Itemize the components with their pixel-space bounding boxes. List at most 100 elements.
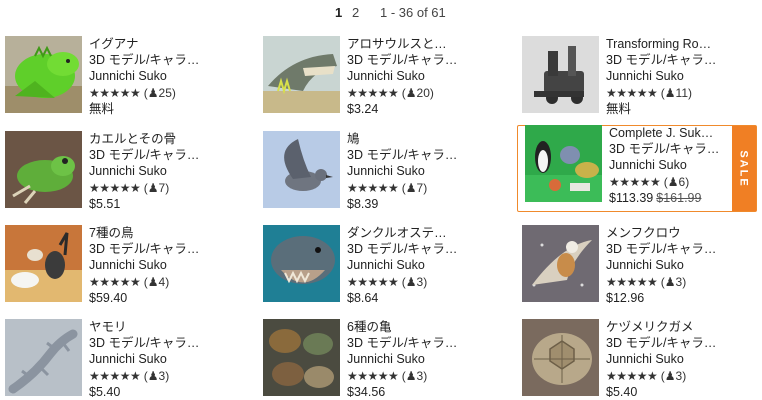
rating-count-value: 11 [675,85,689,100]
product-author[interactable]: Junnichi Suko [347,163,459,179]
product-author[interactable]: Junnichi Suko [347,257,459,273]
product-title[interactable]: Complete J. Suk… [609,125,721,141]
product-category[interactable]: 3D モデル/キャラ… [609,141,721,157]
product-thumbnail[interactable] [5,319,82,396]
page-2-link[interactable]: 2 [352,5,359,20]
product-info: カエルとその骨 3D モデル/キャラ… Junnichi Suko ★★★★★ … [89,131,201,212]
rating-count-value: 4 [158,274,166,289]
product-author[interactable]: Junnichi Suko [606,68,718,84]
product-price: 無料 [89,101,201,117]
rating-count: (♟3) [143,368,170,383]
product-thumbnail-image [5,319,82,396]
product-thumbnail[interactable] [263,319,340,396]
product-author[interactable]: Junnichi Suko [89,68,201,84]
user-icon: ♟ [147,180,159,195]
product-thumbnail[interactable] [522,36,599,113]
product-category[interactable]: 3D モデル/キャラ… [347,335,459,351]
user-icon: ♟ [664,274,676,289]
product-title[interactable]: 6種の亀 [347,319,459,335]
product-title[interactable]: ヤモリ [89,319,201,335]
price-current: $12.96 [606,290,645,305]
product-card[interactable]: Complete J. Suk… 3D モデル/キャラ… Junnichi Su… [525,125,762,207]
rating-stars: ★★★★★ [89,180,141,195]
rating-count: (♟20) [401,85,434,100]
product-rating: ★★★★★ (♟4) [89,274,201,290]
product-author[interactable]: Junnichi Suko [609,157,721,173]
rating-count-value: 25 [158,85,172,100]
product-author[interactable]: Junnichi Suko [347,351,459,367]
rating-count: (♟3) [660,368,687,383]
product-category[interactable]: 3D モデル/キャラ… [89,147,201,163]
product-thumbnail[interactable] [5,36,82,113]
product-price: $8.64 [347,290,459,306]
product-card[interactable]: カエルとその骨 3D モデル/キャラ… Junnichi Suko ★★★★★ … [5,131,245,213]
product-category[interactable]: 3D モデル/キャラ… [347,241,459,257]
product-card[interactable]: 7種の鳥 3D モデル/キャラ… Junnichi Suko ★★★★★ (♟4… [5,225,245,307]
user-icon: ♟ [405,274,417,289]
product-rating: ★★★★★ (♟3) [347,274,459,290]
product-card[interactable]: ダンクルオステウス 3D モデル/キャラ… Junnichi Suko ★★★★… [263,225,503,307]
product-card[interactable]: メンフクロウ 3D モデル/キャラ… Junnichi Suko ★★★★★ (… [522,225,762,307]
product-category[interactable]: 3D モデル/キャラ… [347,147,459,163]
product-card[interactable]: Transforming Ro… 3D モデル/キャラ… Junnichi Su… [522,36,762,118]
product-category[interactable]: 3D モデル/キャラ… [606,52,718,68]
product-card[interactable]: ケヅメリクガメ 3D モデル/キャラ… Junnichi Suko ★★★★★ … [522,319,762,400]
product-author[interactable]: Junnichi Suko [347,68,459,84]
product-title[interactable]: 7種の鳥 [89,225,201,241]
product-category[interactable]: 3D モデル/キャラ… [89,52,201,68]
product-category[interactable]: 3D モデル/キャラ… [347,52,459,68]
product-rating: ★★★★★ (♟3) [347,368,459,384]
product-rating: ★★★★★ (♟11) [606,85,718,101]
price-current: $5.40 [89,384,121,399]
product-author[interactable]: Junnichi Suko [89,163,201,179]
product-title[interactable]: ダンクルオステウス [347,225,459,241]
product-thumbnail[interactable] [263,131,340,208]
rating-count-value: 20 [416,85,430,100]
product-author[interactable]: Junnichi Suko [89,351,201,367]
rating-count-value: 7 [158,180,166,195]
product-thumbnail[interactable] [263,36,340,113]
product-thumbnail[interactable] [522,319,599,396]
product-title[interactable]: カエルとその骨 [89,131,201,147]
user-icon: ♟ [147,85,159,100]
rating-count: (♟3) [401,368,428,383]
rating-count: (♟25) [143,85,176,100]
product-category[interactable]: 3D モデル/キャラ… [89,335,201,351]
price-current: $113.39 [609,190,654,205]
product-thumbnail-image [5,36,82,113]
product-category[interactable]: 3D モデル/キャラ… [606,335,718,351]
user-icon: ♟ [147,274,159,289]
product-title[interactable]: 鳩 [347,131,459,147]
product-title[interactable]: Transforming Ro… [606,36,718,52]
product-price: $5.40 [89,384,201,400]
product-price: 無料 [606,101,718,117]
product-category[interactable]: 3D モデル/キャラ… [606,241,718,257]
rating-count: (♟3) [401,274,428,289]
product-thumbnail[interactable] [5,225,82,302]
product-thumbnail[interactable] [525,125,602,202]
product-title[interactable]: ケヅメリクガメ [606,319,718,335]
product-author[interactable]: Junnichi Suko [606,351,718,367]
product-category[interactable]: 3D モデル/キャラ… [89,241,201,257]
rating-stars: ★★★★★ [606,85,658,100]
product-info: Complete J. Suk… 3D モデル/キャラ… Junnichi Su… [609,125,721,206]
product-title[interactable]: アロサウルスとそ… [347,36,459,52]
product-author[interactable]: Junnichi Suko [89,257,201,273]
product-title[interactable]: イグアナ [89,36,201,52]
product-card[interactable]: 鳩 3D モデル/キャラ… Junnichi Suko ★★★★★ (♟7) $… [263,131,503,213]
rating-stars: ★★★★★ [609,174,661,189]
product-thumbnail[interactable] [5,131,82,208]
product-title[interactable]: メンフクロウ [606,225,718,241]
price-current: 無料 [606,101,632,116]
product-thumbnail[interactable] [522,225,599,302]
product-rating: ★★★★★ (♟7) [89,180,201,196]
product-thumbnail[interactable] [263,225,340,302]
product-info: 7種の鳥 3D モデル/キャラ… Junnichi Suko ★★★★★ (♟4… [89,225,201,306]
rating-count-value: 3 [158,368,166,383]
product-card[interactable]: アロサウルスとそ… 3D モデル/キャラ… Junnichi Suko ★★★★… [263,36,503,118]
product-card[interactable]: イグアナ 3D モデル/キャラ… Junnichi Suko ★★★★★ (♟2… [5,36,245,118]
product-card[interactable]: ヤモリ 3D モデル/キャラ… Junnichi Suko ★★★★★ (♟3)… [5,319,245,400]
product-info: イグアナ 3D モデル/キャラ… Junnichi Suko ★★★★★ (♟2… [89,36,201,117]
product-author[interactable]: Junnichi Suko [606,257,718,273]
product-card[interactable]: 6種の亀 3D モデル/キャラ… Junnichi Suko ★★★★★ (♟3… [263,319,503,400]
